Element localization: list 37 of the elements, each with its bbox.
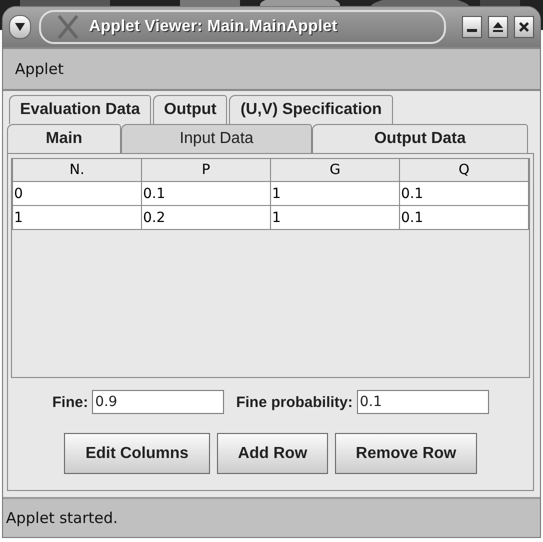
table-cell: 0.2 — [142, 206, 270, 230]
column-header[interactable]: N. — [12, 159, 142, 182]
eject-icon — [493, 22, 503, 32]
field-label: Fine: — [52, 394, 88, 410]
action-button[interactable]: Remove Row — [335, 433, 477, 474]
table-cell: 0.1 — [142, 182, 270, 206]
menu-item[interactable]: Applet — [15, 60, 64, 78]
tab[interactable]: Main — [7, 124, 121, 153]
table-cell: 1 — [12, 206, 142, 230]
tab[interactable]: Output Data — [312, 124, 528, 153]
tab[interactable]: Input Data — [121, 124, 312, 153]
tab[interactable]: (U,V) Specification — [229, 95, 393, 124]
column-header[interactable]: G — [270, 159, 400, 182]
input-field[interactable]: 0.9 — [92, 390, 224, 414]
maximize-button[interactable] — [488, 16, 508, 38]
table-cell: 1 — [270, 206, 400, 230]
status-text: Applet started. — [6, 509, 118, 527]
action-button[interactable]: Edit Columns — [64, 433, 210, 474]
close-button[interactable] — [514, 16, 534, 38]
window-menu-button[interactable] — [9, 15, 31, 39]
table-cell: 0.1 — [400, 182, 528, 206]
caret-icon — [15, 23, 25, 31]
close-icon — [519, 22, 529, 32]
window-title: Applet Viewer: Main.MainApplet — [89, 18, 338, 36]
table-cell: 0.1 — [400, 206, 528, 230]
table-cell: 0 — [12, 182, 142, 206]
field-label: Fine probability: — [236, 394, 353, 410]
x-logo-icon — [57, 15, 79, 39]
minimize-button[interactable] — [462, 16, 482, 38]
minimize-icon — [467, 29, 477, 32]
tab[interactable]: Evaluation Data — [9, 95, 152, 124]
action-button[interactable]: Add Row — [217, 433, 328, 474]
column-header[interactable]: P — [142, 159, 270, 182]
tab[interactable]: Output — [153, 95, 228, 124]
input-field[interactable]: 0.1 — [356, 390, 489, 414]
column-header[interactable]: Q — [400, 159, 528, 182]
table-cell: 1 — [270, 182, 400, 206]
